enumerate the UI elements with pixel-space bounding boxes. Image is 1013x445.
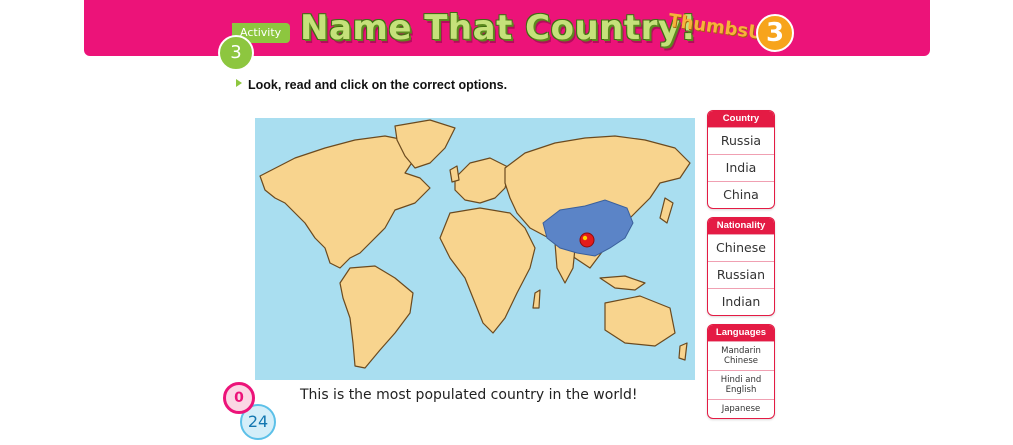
- world-map: [255, 118, 695, 380]
- country-panel-heading: Country: [708, 111, 774, 127]
- map-pin-icon: [579, 232, 595, 248]
- thumbs-up-logo: ThumbsUp! 3: [667, 10, 798, 62]
- madagascar-shape: [532, 289, 541, 309]
- indonesia-shape: [599, 275, 646, 291]
- languages-panel-heading: Languages: [708, 325, 774, 341]
- option-mandarin-chinese[interactable]: Mandarin Chinese: [708, 341, 774, 370]
- option-hindi-and-english[interactable]: Hindi and English: [708, 370, 774, 399]
- europe-shape: [454, 157, 511, 204]
- option-india[interactable]: India: [708, 154, 774, 181]
- option-japanese[interactable]: Japanese: [708, 399, 774, 418]
- africa-shape: [439, 207, 536, 334]
- australia-shape: [604, 295, 676, 347]
- nationality-panel-heading: Nationality: [708, 218, 774, 234]
- page-title: Name That Country!: [300, 8, 697, 48]
- country-panel: Country Russia India China: [707, 110, 775, 209]
- logo-number: 3: [756, 14, 794, 52]
- new-zealand-shape: [678, 342, 688, 361]
- languages-panel: Languages Mandarin Chinese Hindi and Eng…: [707, 324, 775, 419]
- clue-sentence: This is the most populated country in th…: [300, 387, 638, 403]
- option-chinese[interactable]: Chinese: [708, 234, 774, 261]
- south-america-shape: [339, 265, 414, 369]
- option-china[interactable]: China: [708, 181, 774, 208]
- option-russia[interactable]: Russia: [708, 127, 774, 154]
- world-map-svg: [259, 119, 691, 369]
- uk-shape: [449, 165, 460, 183]
- activity-number: 3: [218, 35, 254, 71]
- score-badge: 0: [223, 382, 255, 414]
- japan-shape: [659, 197, 674, 224]
- nationality-panel: Nationality Chinese Russian Indian: [707, 217, 775, 316]
- option-indian[interactable]: Indian: [708, 288, 774, 315]
- instruction-text: Look, read and click on the correct opti…: [248, 78, 508, 92]
- option-russian[interactable]: Russian: [708, 261, 774, 288]
